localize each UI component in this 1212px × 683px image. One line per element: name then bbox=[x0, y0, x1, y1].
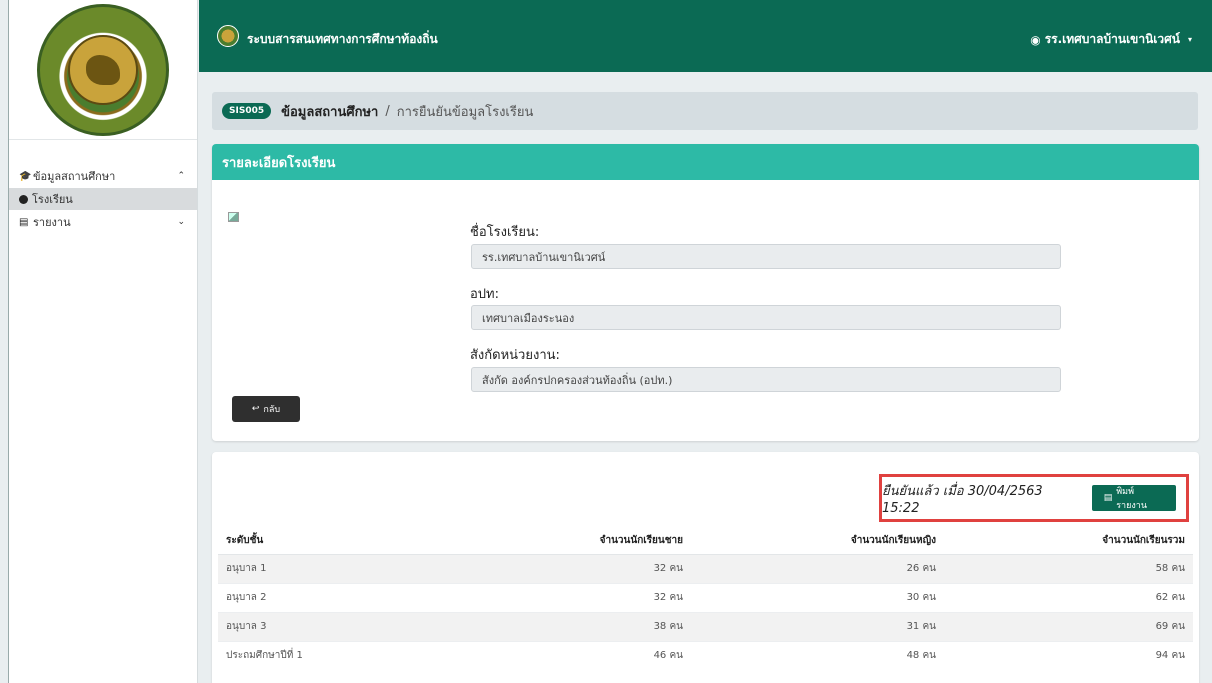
file-icon: ▤ bbox=[19, 216, 29, 228]
school-image bbox=[228, 212, 239, 222]
breadcrumb: SIS005 ข้อมูลสถานศึกษา / การยืนยันข้อมูล… bbox=[212, 92, 1198, 130]
sidebar: 🎓 ข้อมูลสถานศึกษา ⌃ โรงเรียน ▤ รายงาน ⌄ bbox=[8, 0, 198, 683]
sidebar-item-school-info[interactable]: 🎓 ข้อมูลสถานศึกษา ⌃ bbox=[9, 164, 197, 188]
print-button-label: พิมพ์รายงาน bbox=[1116, 487, 1147, 511]
sidebar-item-label: โรงเรียน bbox=[32, 193, 73, 206]
grade-cell: ประถมศึกษาปีที่ 1 bbox=[218, 640, 418, 670]
chevron-up-icon: ⌃ bbox=[177, 171, 185, 181]
grade-cell: อนุบาล 1 bbox=[218, 553, 418, 583]
sidebar-item-report[interactable]: ▤ รายงาน ⌄ bbox=[9, 210, 197, 234]
sidebar-menu: 🎓 ข้อมูลสถานศึกษา ⌃ โรงเรียน ▤ รายงาน ⌄ bbox=[9, 164, 197, 234]
column-header-grade: ระดับชั้น bbox=[218, 528, 418, 555]
school-name-label: ชื่อโรงเรียน: bbox=[470, 225, 540, 240]
back-button[interactable]: ↩ กลับ bbox=[232, 396, 300, 422]
back-button-label: กลับ bbox=[263, 405, 281, 415]
breadcrumb-separator: / bbox=[385, 103, 390, 119]
male-count-cell: 32 คน bbox=[418, 553, 691, 583]
app-title[interactable]: ระบบสารสนเทศทางการศึกษาท้องถิ่น bbox=[247, 30, 438, 49]
table-row: อนุบาล 3 38 คน 31 คน 69 คน bbox=[218, 611, 1193, 641]
lao-label: อปท: bbox=[470, 287, 500, 302]
affiliation-label: สังกัดหน่วยงาน: bbox=[470, 348, 560, 363]
student-report-card: ยืนยันแล้ว เมื่อ 30/04/2563 15:22 ▤ พิมพ… bbox=[212, 452, 1199, 683]
circle-icon bbox=[19, 194, 28, 204]
female-count-cell: 30 คน bbox=[691, 582, 944, 612]
column-header-male: จำนวนนักเรียนชาย bbox=[418, 528, 691, 555]
file-icon: ▤ bbox=[1103, 493, 1113, 503]
table-header-row: ระดับชั้น จำนวนนักเรียนชาย จำนวนนักเรียน… bbox=[218, 528, 1193, 555]
graduation-cap-icon: 🎓 bbox=[19, 170, 32, 182]
female-count-cell: 31 คน bbox=[691, 611, 944, 641]
male-count-cell: 32 คน bbox=[418, 582, 691, 612]
female-count-cell: 48 คน bbox=[691, 640, 944, 670]
column-header-female: จำนวนนักเรียนหญิง bbox=[691, 528, 944, 555]
table-row: อนุบาล 2 32 คน 30 คน 62 คน bbox=[218, 582, 1193, 612]
reply-arrow-icon: ↩ bbox=[251, 404, 260, 414]
app-logo-icon bbox=[217, 25, 239, 47]
school-detail-card: รายละเอียดโรงเรียน ชื่อโรงเรียน: รร.เทศบ… bbox=[212, 144, 1199, 441]
male-count-cell: 38 คน bbox=[418, 611, 691, 641]
total-count-cell: 94 คน bbox=[944, 640, 1193, 670]
lao-field: เทศบาลเมืองระนอง bbox=[471, 305, 1061, 330]
logo-area bbox=[9, 0, 197, 140]
table-row: อนุบาล 1 32 คน 26 คน 58 คน bbox=[218, 553, 1193, 583]
school-name-field: รร.เทศบาลบ้านเขานิเวศน์ bbox=[471, 244, 1061, 269]
chevron-down-icon: ⌄ bbox=[177, 217, 185, 227]
breadcrumb-parent[interactable]: ข้อมูลสถานศึกษา bbox=[281, 101, 378, 122]
total-count-cell: 58 คน bbox=[944, 553, 1193, 583]
page-code-badge: SIS005 bbox=[222, 103, 272, 119]
sidebar-item-label: รายงาน bbox=[33, 216, 71, 229]
sidebar-item-school[interactable]: โรงเรียน bbox=[9, 188, 197, 210]
grade-cell: อนุบาล 2 bbox=[218, 582, 418, 612]
top-navbar: ระบบสารสนเทศทางการศึกษาท้องถิ่น ◉ รร.เทศ… bbox=[199, 0, 1212, 72]
column-header-total: จำนวนนักเรียนรวม bbox=[944, 528, 1193, 555]
female-count-cell: 26 คน bbox=[691, 553, 944, 583]
caret-down-icon: ▾ bbox=[1187, 35, 1192, 44]
male-count-cell: 46 คน bbox=[418, 640, 691, 670]
user-name: รร.เทศบาลบ้านเขานิเวศน์ bbox=[1044, 32, 1180, 46]
user-menu[interactable]: ◉ รร.เทศบาลบ้านเขานิเวศน์ ▾ bbox=[1030, 30, 1192, 49]
sidebar-item-label: ข้อมูลสถานศึกษา bbox=[33, 170, 116, 183]
grade-cell: อนุบาล 3 bbox=[218, 611, 418, 641]
department-logo bbox=[37, 3, 169, 136]
student-count-table: ระดับชั้น จำนวนนักเรียนชาย จำนวนนักเรียน… bbox=[218, 528, 1193, 670]
card-title: รายละเอียดโรงเรียน bbox=[212, 144, 1199, 180]
affiliation-field: สังกัด องค์กรปกครองส่วนท้องถิ่น (อปท.) bbox=[471, 367, 1061, 392]
confirmation-highlight: ยืนยันแล้ว เมื่อ 30/04/2563 15:22 ▤ พิมพ… bbox=[879, 474, 1189, 522]
breadcrumb-current: การยืนยันข้อมูลโรงเรียน bbox=[396, 104, 534, 120]
confirmation-text: ยืนยันแล้ว เมื่อ 30/04/2563 15:22 bbox=[882, 484, 1043, 516]
logo-emblem bbox=[68, 34, 138, 105]
print-report-button[interactable]: ▤ พิมพ์รายงาน bbox=[1091, 485, 1176, 511]
total-count-cell: 69 คน bbox=[944, 611, 1193, 641]
table-row: ประถมศึกษาปีที่ 1 46 คน 48 คน 94 คน bbox=[218, 640, 1193, 670]
total-count-cell: 62 คน bbox=[944, 582, 1193, 612]
user-circle-icon: ◉ bbox=[1030, 32, 1041, 47]
